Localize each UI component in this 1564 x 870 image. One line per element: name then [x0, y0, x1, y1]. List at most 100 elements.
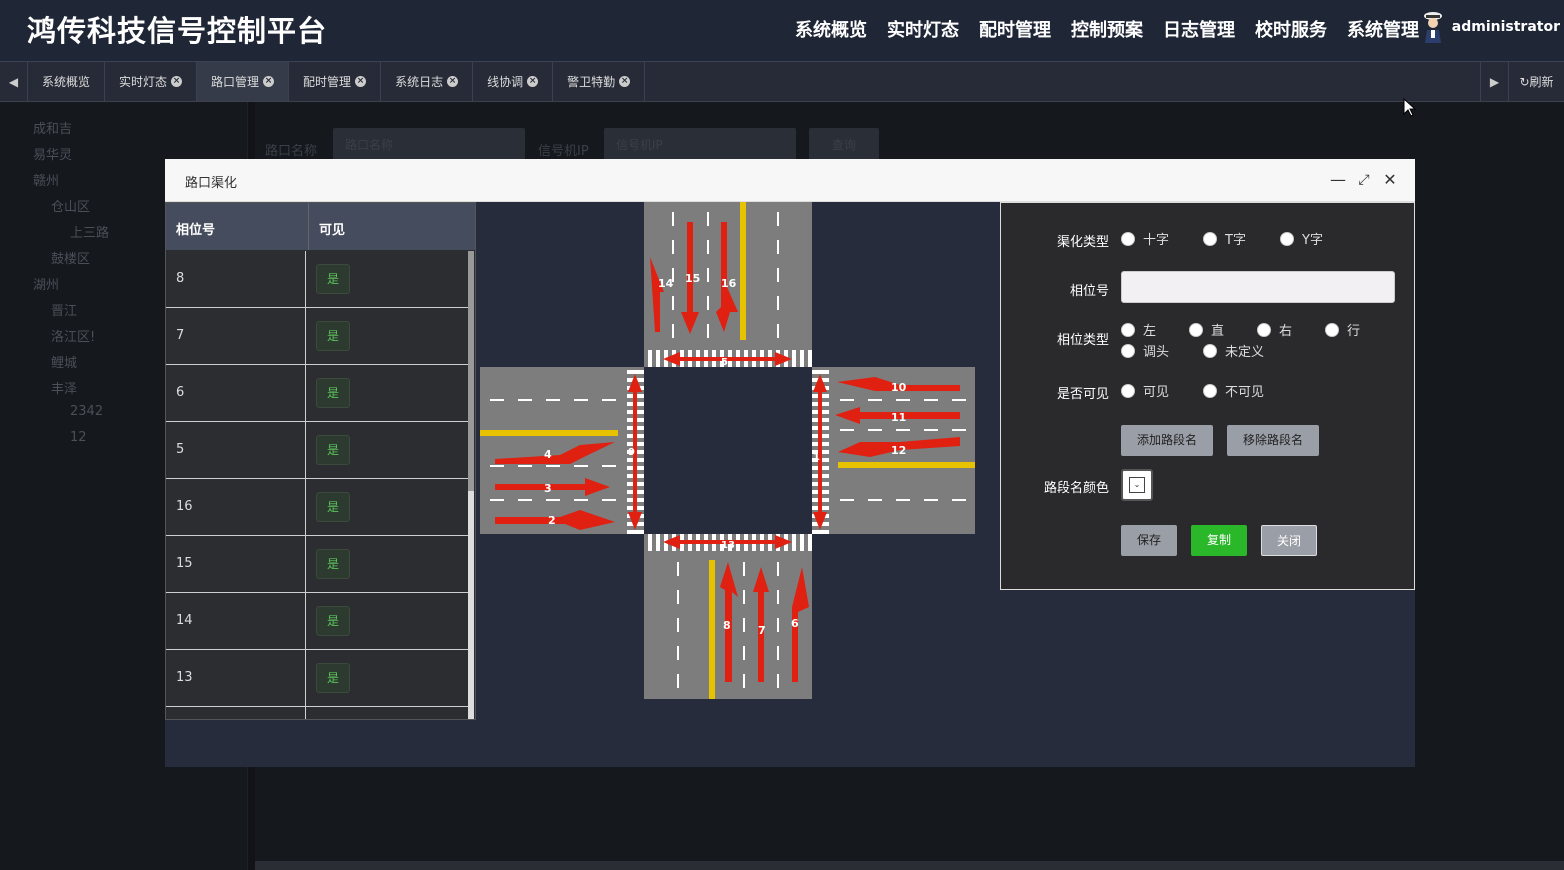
tab-intersection-mgmt[interactable]: 路口管理 ×: [197, 62, 290, 101]
tree-node[interactable]: 上三路: [70, 222, 109, 241]
phase-input[interactable]: [1121, 271, 1395, 303]
phase-type-straight-radio[interactable]: 直: [1189, 320, 1224, 339]
nav-system[interactable]: 系统管理: [1347, 16, 1419, 42]
type-y-radio[interactable]: Y字: [1280, 229, 1323, 248]
tree-node[interactable]: 仓山区: [51, 196, 90, 215]
tab-coordination[interactable]: 线协调 ×: [473, 62, 554, 101]
name-input[interactable]: 路口名称: [333, 128, 525, 160]
tree-node[interactable]: 洛江区!: [51, 326, 95, 345]
visible-no-radio[interactable]: 不可见: [1203, 381, 1264, 400]
maximize-icon[interactable]: ⤢: [1355, 171, 1373, 189]
col-header-phase: 相位号: [166, 203, 309, 250]
phase-label: 12: [891, 444, 906, 457]
close-icon[interactable]: ×: [263, 76, 275, 87]
table-row[interactable]: 7是: [166, 308, 470, 365]
tree-node[interactable]: 丰泽: [51, 378, 77, 397]
tab-system-log[interactable]: 系统日志 ×: [381, 62, 474, 101]
refresh-button[interactable]: ↻ 刷新: [1508, 62, 1564, 101]
tree-node[interactable]: 易华灵: [33, 144, 72, 163]
tab-guard[interactable]: 警卫特勤 ×: [553, 62, 646, 101]
copy-button[interactable]: 复制: [1191, 525, 1247, 556]
phase-type-label: 相位类型: [1056, 333, 1109, 348]
type-cross-radio[interactable]: 十字: [1121, 229, 1169, 248]
table-row[interactable]: 13 是: [166, 650, 470, 707]
phase-type-right-radio[interactable]: 右: [1257, 320, 1292, 339]
close-icon[interactable]: ×: [171, 76, 183, 87]
tab-realtime[interactable]: 实时灯态 ×: [105, 62, 198, 101]
visible-badge: 是: [316, 435, 350, 465]
close-icon[interactable]: ✕: [1381, 171, 1399, 189]
close-icon[interactable]: ×: [527, 76, 539, 87]
table-row[interactable]: [166, 707, 470, 719]
west-road: [480, 367, 644, 534]
table-row[interactable]: 14 是: [166, 593, 470, 650]
phase-label: 14: [658, 277, 674, 290]
phase-table: 相位号 可见 8是 7是 6是 5是 16 是 15 是 14 是 13 是: [165, 202, 476, 720]
avatar: [1423, 12, 1442, 43]
intersection-canvas: 14 15 16 5 10 11 12 4 3 2 9 1 13 8 7 6: [480, 202, 975, 699]
phase-type-uturn-radio[interactable]: 调头: [1121, 341, 1169, 360]
nav-time-sync[interactable]: 校时服务: [1255, 16, 1327, 42]
visible-badge: 是: [316, 378, 350, 408]
tree-node[interactable]: 晋江: [51, 300, 77, 319]
phase-label: 16: [721, 277, 737, 290]
visible-yes-radio[interactable]: 可见: [1121, 381, 1169, 400]
remove-road-name-button[interactable]: 移除路段名: [1227, 425, 1319, 456]
tab-overview[interactable]: 系统概览: [28, 62, 106, 101]
mouse-cursor-icon: [1403, 98, 1417, 117]
table-row[interactable]: 5是: [166, 422, 470, 479]
close-icon[interactable]: ×: [619, 76, 631, 87]
visible-label: 是否可见: [1056, 387, 1109, 402]
user-menu[interactable]: administrator: [1422, 10, 1560, 44]
phase-type-left-radio[interactable]: 左: [1121, 320, 1156, 339]
visible-badge: 是: [316, 663, 350, 693]
phase-type-pedestrian-radio[interactable]: 行: [1325, 320, 1360, 339]
tree-node[interactable]: 12: [70, 430, 87, 445]
close-icon[interactable]: ×: [447, 76, 459, 87]
type-t-radio[interactable]: T字: [1203, 229, 1246, 248]
nav-log[interactable]: 日志管理: [1163, 16, 1235, 42]
table-row[interactable]: 15 是: [166, 536, 470, 593]
dialog-header: 路口渠化 — ⤢ ✕: [165, 159, 1415, 202]
phase-type-undefined-radio[interactable]: 未定义: [1203, 341, 1264, 360]
phase-label: 6: [791, 617, 799, 630]
visible-badge: 是: [316, 492, 350, 522]
ip-input[interactable]: 信号机IP: [604, 128, 796, 160]
app-header: 鸿传科技信号控制平台 系统概览 实时灯态 配时管理 控制预案 日志管理 校时服务…: [0, 0, 1564, 62]
table-row[interactable]: 16 是: [166, 479, 470, 536]
channelization-form: 渠化类型 十字 T字 Y字 相位号 相位类型 左 直 右 行 调头 未定义 是否…: [1000, 202, 1415, 590]
phase-label: 4: [544, 448, 552, 461]
horizontal-scrollbar[interactable]: [255, 861, 1564, 870]
phase-label: 3: [544, 482, 552, 495]
tree-node[interactable]: 成和吉: [33, 118, 72, 137]
query-button[interactable]: 查询: [809, 128, 879, 160]
road-color-picker[interactable]: ⌄: [1121, 469, 1153, 501]
nav-timing[interactable]: 配时管理: [979, 16, 1051, 42]
add-road-name-button[interactable]: 添加路段名: [1121, 425, 1213, 456]
tree-node[interactable]: 鼓楼区: [51, 248, 90, 267]
nav-overview[interactable]: 系统概览: [795, 16, 867, 42]
type-label: 渠化类型: [1056, 235, 1109, 250]
tab-bar: ◀ 系统概览 实时灯态 × 路口管理 × 配时管理 × 系统日志 × 线协调 × 警卫特勤…: [0, 62, 1564, 102]
tree-node[interactable]: 鲤城: [51, 352, 77, 371]
visible-badge: 是: [316, 264, 350, 294]
save-button[interactable]: 保存: [1121, 525, 1177, 556]
close-icon[interactable]: ×: [355, 76, 367, 87]
close-button[interactable]: 关闭: [1261, 525, 1317, 556]
table-row[interactable]: 6是: [166, 365, 470, 422]
tree-node[interactable]: 湖州: [33, 274, 59, 293]
table-scrollbar-thumb[interactable]: [468, 251, 474, 491]
tab-scroll-left-button[interactable]: ◀: [0, 62, 28, 101]
nav-realtime[interactable]: 实时灯态: [887, 16, 959, 42]
tree-node[interactable]: 赣州: [33, 170, 59, 189]
col-header-visible: 可见: [309, 203, 475, 250]
minimize-icon[interactable]: —: [1329, 171, 1347, 189]
tab-scroll-right-button[interactable]: ▶: [1480, 62, 1508, 101]
tab-timing[interactable]: 配时管理 ×: [289, 62, 382, 101]
dialog-title: 路口渠化: [185, 176, 238, 191]
phase-label: 15: [685, 272, 700, 285]
tree-node[interactable]: 2342: [70, 404, 103, 419]
table-row[interactable]: 8是: [166, 251, 470, 308]
double-right-arrow-icon: ▶: [1489, 74, 1500, 89]
nav-plan[interactable]: 控制预案: [1071, 16, 1143, 42]
